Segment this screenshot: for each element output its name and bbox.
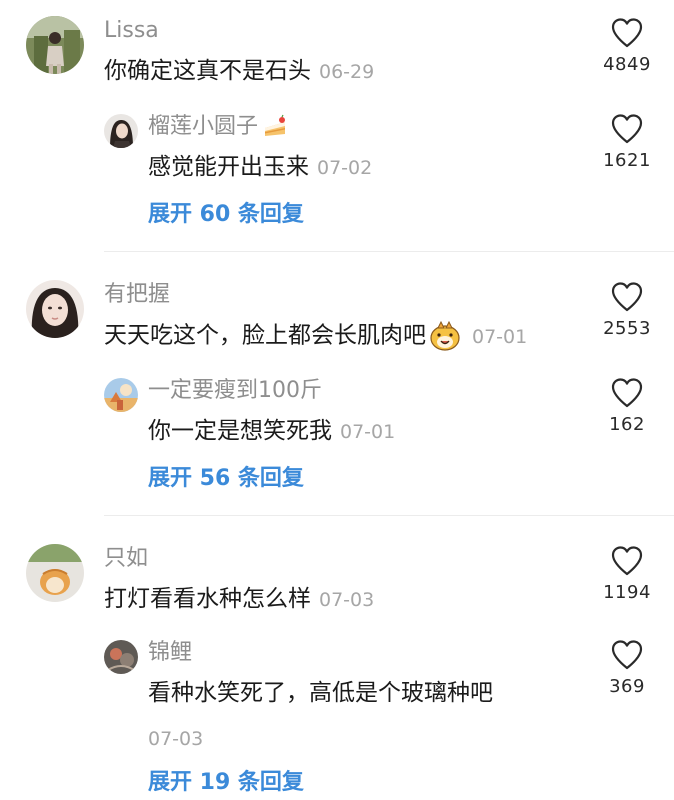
reply-text: 看种水笑死了，高低是个玻璃种吧	[148, 680, 493, 706]
reply-date: 07-01	[340, 421, 396, 443]
comment-username[interactable]: 有把握	[104, 282, 170, 308]
cake-icon	[265, 114, 286, 136]
heart-outline-icon	[611, 640, 643, 670]
comment-username[interactable]: Lissa	[104, 18, 159, 44]
divider	[104, 515, 674, 516]
reply-body: 感觉能开出玉来	[148, 154, 309, 180]
comment-body: 打灯看看水种怎么样	[104, 586, 311, 612]
heart-outline-icon	[611, 282, 643, 312]
comment-text: 你确定这真不是石头 06-29	[104, 56, 374, 87]
expand-replies-link[interactable]: 展开 19 条回复	[148, 764, 304, 796]
heart-outline-icon	[611, 114, 643, 144]
avatar[interactable]	[26, 16, 84, 74]
comment-text: 打灯看看水种怎么样 07-03	[104, 584, 374, 615]
reply-avatar[interactable]	[104, 378, 138, 412]
comment-date: 07-03	[319, 589, 375, 611]
avatar[interactable]	[26, 544, 84, 602]
like-button[interactable]: 4849	[596, 18, 658, 75]
divider	[104, 251, 674, 252]
comment-body: 天天吃这个，脸上都会长肌肉吧	[104, 322, 426, 349]
like-count: 162	[609, 414, 645, 435]
reply-text: 感觉能开出玉来 07-02	[148, 152, 372, 183]
like-button[interactable]: 1194	[596, 546, 658, 603]
heart-outline-icon	[611, 18, 643, 48]
reply-avatar[interactable]	[104, 114, 138, 148]
reply-username-text: 榴莲小圆子	[148, 114, 259, 139]
comment-text: 天天吃这个，脸上都会长肌肉吧 07-01	[104, 320, 527, 352]
heart-outline-icon	[611, 546, 643, 576]
expand-replies-link[interactable]: 展开 56 条回复	[148, 460, 304, 492]
reply-body: 你一定是想笑死我	[148, 418, 332, 444]
reply-like-button[interactable]: 1621	[596, 114, 658, 171]
like-count: 2553	[603, 318, 651, 339]
grinning-dog-emoji-icon	[430, 320, 460, 351]
like-count: 369	[609, 676, 645, 697]
like-count: 1194	[603, 582, 651, 603]
avatar[interactable]	[26, 280, 84, 338]
reply-like-button[interactable]: 162	[596, 378, 658, 435]
like-count: 4849	[603, 54, 651, 75]
reply-username[interactable]: 一定要瘦到100斤	[148, 378, 322, 404]
comment-username[interactable]: 只如	[104, 546, 148, 572]
reply-like-button[interactable]: 369	[596, 640, 658, 697]
reply-username[interactable]: 榴莲小圆子	[148, 114, 288, 140]
reply-text: 你一定是想笑死我 07-01	[148, 416, 395, 447]
reply-date: 07-02	[317, 157, 373, 179]
heart-outline-icon	[611, 378, 643, 408]
comment-date: 07-01	[472, 325, 528, 348]
comment-body: 你确定这真不是石头	[104, 58, 311, 84]
like-count: 1621	[603, 150, 651, 171]
comment-date: 06-29	[319, 61, 375, 83]
like-button[interactable]: 2553	[596, 282, 658, 339]
expand-replies-link[interactable]: 展开 60 条回复	[148, 196, 304, 228]
reply-date: 07-03	[148, 728, 204, 750]
reply-avatar[interactable]	[104, 640, 138, 674]
reply-username[interactable]: 锦鲤	[148, 640, 192, 666]
